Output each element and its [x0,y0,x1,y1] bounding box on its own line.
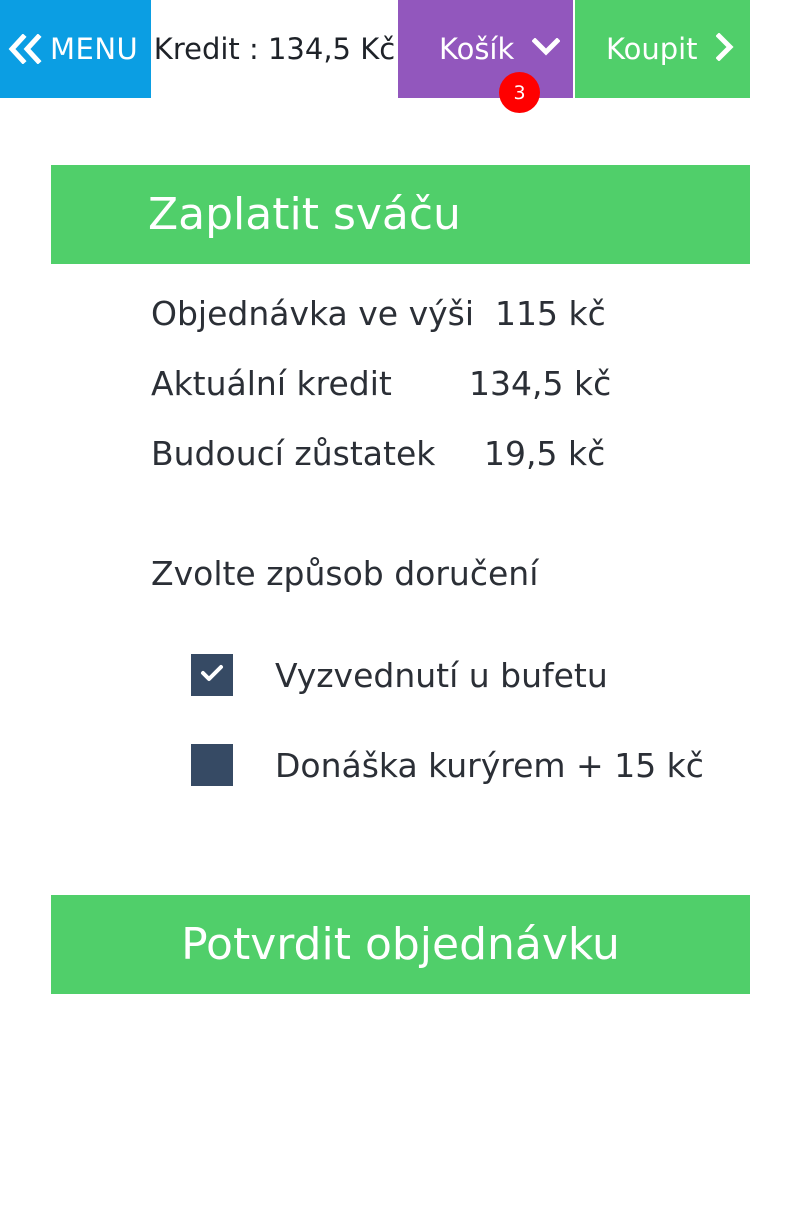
summary-value: 134,5 kč [469,364,612,403]
chevron-right-icon [714,32,734,65]
confirm-order-button[interactable]: Potvrdit objednávku [51,895,750,994]
checkmark-icon [200,663,224,687]
buy-label: Koupit [606,32,698,66]
delivery-option-pickup[interactable]: Vyzvednutí u bufetu [191,654,608,696]
delivery-title: Zvolte způsob doručení [151,554,539,593]
credit-display: Kredit : 134,5 Kč [153,32,396,66]
summary-label: Objednávka ve výši [151,294,474,333]
cart-button[interactable]: Košík [398,0,573,98]
option-label: Donáška kurýrem + 15 kč [275,745,704,785]
menu-label: MENU [50,32,139,66]
buy-button[interactable]: Koupit [575,0,750,98]
cart-count-badge: 3 [499,72,540,113]
double-chevron-left-icon [8,34,42,64]
summary-row-balance: Budoucí zůstatek 19,5 kč [151,434,605,473]
cart-label: Košík [439,32,515,66]
summary-label: Budoucí zůstatek [151,434,436,473]
menu-button[interactable]: MENU [0,0,151,98]
page-title: Zaplatit sváču [51,165,750,264]
delivery-option-courier[interactable]: Donáška kurýrem + 15 kč [191,744,704,786]
summary-label: Aktuální kredit [151,364,392,403]
summary-row-order: Objednávka ve výši 115 kč [151,294,606,333]
checkbox-unchecked[interactable] [191,744,233,786]
chevron-down-icon [531,37,561,60]
summary-value: 115 kč [495,294,606,333]
option-label: Vyzvednutí u bufetu [275,655,608,695]
summary-row-credit: Aktuální kredit 134,5 kč [151,364,611,403]
checkbox-checked[interactable] [191,654,233,696]
summary-value: 19,5 kč [484,434,606,473]
